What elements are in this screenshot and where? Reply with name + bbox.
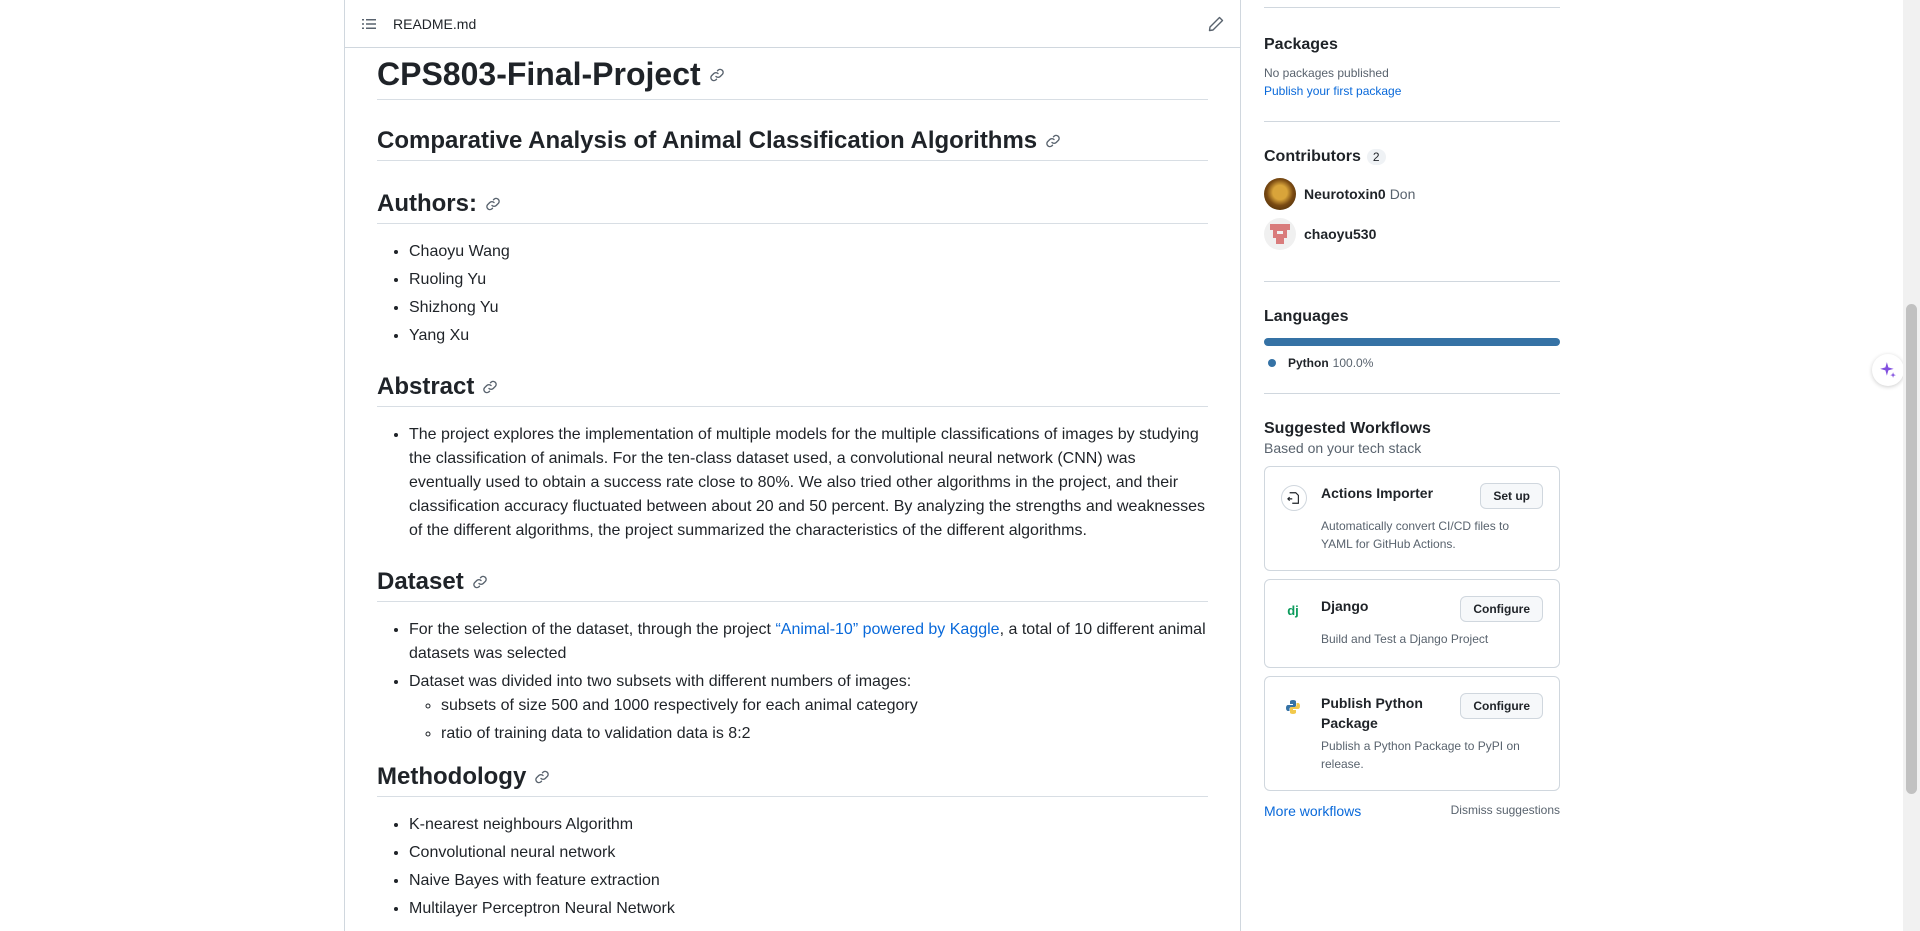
link-icon[interactable] bbox=[472, 574, 488, 590]
pencil-icon[interactable] bbox=[1208, 16, 1224, 32]
workflow-description: Automatically convert CI/CD files to YAM… bbox=[1321, 519, 1510, 551]
packages-title[interactable]: Packages bbox=[1264, 36, 1560, 54]
authors-list: Chaoyu Wang Ruoling Yu Shizhong Yu Yang … bbox=[377, 240, 1208, 348]
readme-title: CPS803-Final-Project bbox=[377, 50, 1208, 100]
dataset-text: Dataset was divided into two subsets wit… bbox=[409, 673, 912, 690]
language-percent: 100.0% bbox=[1332, 356, 1374, 370]
contributor-item[interactable]: chaoyu530 bbox=[1264, 218, 1560, 250]
packages-empty-text: No packages published bbox=[1264, 66, 1389, 80]
dataset-sublist: subsets of size 500 and 1000 respectivel… bbox=[409, 694, 1208, 746]
link-icon[interactable] bbox=[709, 67, 725, 83]
subtitle-text: Comparative Analysis of Animal Classific… bbox=[377, 127, 1038, 154]
copilot-sparkle-icon[interactable] bbox=[1872, 354, 1904, 386]
avatar[interactable] bbox=[1264, 178, 1296, 210]
contributors-section: Contributors 2 Neurotoxin0 Don chaoyu530 bbox=[1264, 122, 1560, 282]
list-item: The project explores the implementation … bbox=[409, 423, 1208, 543]
dataset-list: For the selection of the dataset, throug… bbox=[377, 618, 1208, 746]
abstract-list: The project explores the implementation … bbox=[377, 423, 1208, 543]
list-item: Naive Bayes with feature extraction bbox=[409, 869, 1208, 893]
dataset-heading-text: Dataset bbox=[377, 568, 464, 595]
repo-sidebar: Packages No packages published Publish y… bbox=[1264, 0, 1560, 931]
languages-section: Languages Python 100.0% bbox=[1264, 282, 1560, 394]
workflow-card-actions-importer: Actions Importer Set up Automatically co… bbox=[1264, 466, 1560, 571]
dismiss-suggestions-button[interactable]: Dismiss suggestions bbox=[1451, 803, 1560, 819]
authors-heading-text: Authors: bbox=[377, 190, 477, 217]
list-item: Ruoling Yu bbox=[409, 268, 1208, 292]
avatar[interactable] bbox=[1264, 218, 1296, 250]
suggested-workflows-section: Suggested Workflows Based on your tech s… bbox=[1264, 394, 1560, 819]
setup-button[interactable]: Set up bbox=[1480, 483, 1543, 509]
readme-header: README.md bbox=[345, 0, 1240, 48]
methodology-heading: Methodology bbox=[377, 758, 1208, 797]
python-icon bbox=[1281, 695, 1305, 719]
language-name: Python bbox=[1288, 356, 1329, 370]
workflow-title: Django bbox=[1321, 598, 1369, 614]
dataset-text: For the selection of the dataset, throug… bbox=[409, 621, 776, 638]
workflow-title: Publish Python Package bbox=[1321, 695, 1423, 731]
list-item: Convolutional neural network bbox=[409, 841, 1208, 865]
dataset-heading: Dataset bbox=[377, 563, 1208, 602]
language-color-dot bbox=[1268, 359, 1276, 367]
workflow-card-python-package: Publish Python Package Configure Publish… bbox=[1264, 676, 1560, 791]
workflows-title: Suggested Workflows bbox=[1264, 420, 1431, 437]
identicon-icon bbox=[1270, 224, 1290, 244]
workflow-description: Build and Test a Django Project bbox=[1321, 632, 1489, 646]
list-item: ratio of training data to validation dat… bbox=[441, 722, 1208, 746]
list-item: Dataset was divided into two subsets wit… bbox=[409, 670, 1208, 746]
contributors-title[interactable]: Contributors 2 bbox=[1264, 148, 1560, 166]
list-item: subsets of size 500 and 1000 respectivel… bbox=[441, 694, 1208, 718]
page-scrollbar[interactable] bbox=[1903, 0, 1920, 931]
contributor-login[interactable]: chaoyu530 bbox=[1304, 226, 1376, 242]
language-item-python[interactable]: Python 100.0% bbox=[1264, 356, 1560, 370]
subtitle-heading: Comparative Analysis of Animal Classific… bbox=[377, 122, 1208, 161]
packages-section: Packages No packages published Publish y… bbox=[1264, 8, 1560, 122]
abstract-heading: Abstract bbox=[377, 368, 1208, 407]
contributor-item[interactable]: Neurotoxin0 Don bbox=[1264, 178, 1560, 210]
contributor-login[interactable]: Neurotoxin0 bbox=[1304, 186, 1386, 202]
readme-content: CPS803-Final-Project Comparative Analysi… bbox=[345, 50, 1240, 921]
link-icon[interactable] bbox=[1045, 133, 1061, 149]
workflow-description: Publish a Python Package to PyPI on rele… bbox=[1321, 739, 1520, 771]
publish-package-link[interactable]: Publish your first package bbox=[1264, 84, 1560, 98]
workflow-title: Actions Importer bbox=[1321, 485, 1434, 501]
configure-button[interactable]: Configure bbox=[1460, 693, 1543, 719]
list-item: For the selection of the dataset, throug… bbox=[409, 618, 1208, 666]
methodology-list: K-nearest neighbours Algorithm Convoluti… bbox=[377, 813, 1208, 921]
scrollbar-thumb[interactable] bbox=[1906, 304, 1917, 794]
methodology-heading-text: Methodology bbox=[377, 763, 527, 790]
link-icon[interactable] bbox=[534, 769, 550, 785]
list-item: Multilayer Perceptron Neural Network bbox=[409, 897, 1208, 921]
workflows-footer: More workflows Dismiss suggestions bbox=[1264, 803, 1560, 819]
outline-list-icon[interactable] bbox=[361, 16, 377, 32]
workflows-subtitle: Based on your tech stack bbox=[1264, 440, 1422, 456]
kaggle-link[interactable]: “Animal-10” powered by Kaggle bbox=[775, 621, 999, 638]
authors-heading: Authors: bbox=[377, 185, 1208, 224]
abstract-heading-text: Abstract bbox=[377, 373, 475, 400]
more-workflows-link[interactable]: More workflows bbox=[1264, 803, 1361, 819]
contributors-title-text: Contributors bbox=[1264, 148, 1361, 165]
contributors-count-badge: 2 bbox=[1366, 149, 1386, 165]
readme-title-text: CPS803-Final-Project bbox=[377, 56, 701, 92]
contributor-name: Don bbox=[1389, 186, 1416, 202]
link-icon[interactable] bbox=[485, 196, 501, 212]
list-item: Chaoyu Wang bbox=[409, 240, 1208, 264]
link-icon[interactable] bbox=[482, 379, 498, 395]
django-icon: dj bbox=[1287, 602, 1299, 618]
list-item: K-nearest neighbours Algorithm bbox=[409, 813, 1208, 837]
actions-importer-icon bbox=[1281, 485, 1307, 511]
readme-file-name: README.md bbox=[393, 15, 477, 32]
configure-button[interactable]: Configure bbox=[1460, 596, 1543, 622]
list-item: Yang Xu bbox=[409, 324, 1208, 348]
languages-title: Languages bbox=[1264, 308, 1349, 325]
list-item: Shizhong Yu bbox=[409, 296, 1208, 320]
readme-panel: README.md CPS803-Final-Project Comparati… bbox=[344, 0, 1241, 931]
language-bar bbox=[1264, 338, 1560, 346]
workflow-card-django: dj Django Configure Build and Test a Dja… bbox=[1264, 579, 1560, 668]
